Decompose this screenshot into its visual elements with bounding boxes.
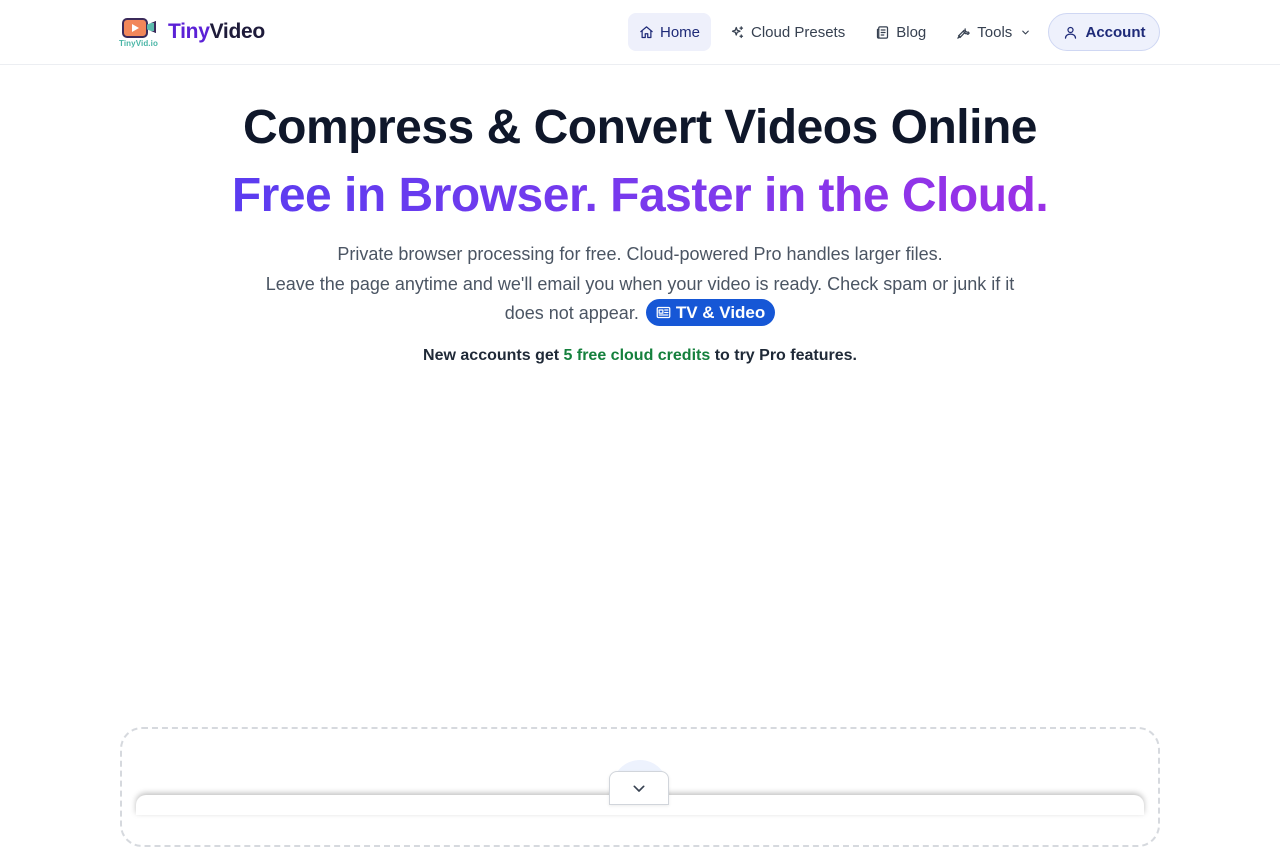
account-label: Account <box>1085 23 1146 41</box>
nav-home[interactable]: Home <box>628 13 712 51</box>
page-subtitle: Free in Browser. Faster in the Cloud. <box>0 166 1280 226</box>
description-line-2-text: Leave the page anytime and we'll email y… <box>265 273 1015 324</box>
brand-logo[interactable]: TinyVid.io TinyVideo <box>118 14 265 50</box>
sparkles-icon <box>731 25 744 38</box>
chevron-down-icon <box>1022 30 1030 34</box>
main-nav: Home Cloud Presets Blog Tools <box>628 13 1050 51</box>
credits-highlight: 5 free cloud credits <box>563 347 711 364</box>
chevron-down-icon <box>633 785 645 792</box>
logo-caption: TinyVid.io <box>119 39 158 48</box>
newspaper-icon <box>877 25 889 39</box>
nav-blog[interactable]: Blog <box>864 13 937 51</box>
description-line-2: Leave the page anytime and we'll email y… <box>260 270 1020 329</box>
credits-note: New accounts get 5 free cloud credits to… <box>0 344 1280 368</box>
brand-name: TinyVideo <box>168 20 265 44</box>
page-title: Compress & Convert Videos Online <box>243 101 1037 154</box>
page-subtitle-text: Free in Browser. Faster in the Cloud. <box>231 169 1049 222</box>
home-icon <box>640 25 653 38</box>
nav-tools-label: Tools <box>977 23 1013 41</box>
brand-name-part1: Tiny <box>168 20 210 43</box>
description-line-1: Private browser processing for free. Clo… <box>337 244 943 264</box>
nav-blog-label: Blog <box>896 23 927 41</box>
nav-home-label: Home <box>660 23 701 41</box>
nav-tools-dropdown[interactable]: Tools <box>945 13 1042 51</box>
wrench-icon <box>957 27 971 39</box>
news-card-icon <box>656 306 671 318</box>
account-button[interactable]: Account <box>1048 13 1160 51</box>
logo-camera-lens <box>147 21 156 33</box>
nav-cloud-presets[interactable]: Cloud Presets <box>719 13 856 51</box>
hero-description: Private browser processing for free. Clo… <box>260 240 1020 329</box>
credits-suffix: to try Pro features. <box>710 347 857 364</box>
nav-cloud-presets-label: Cloud Presets <box>751 23 846 41</box>
credits-prefix: New accounts get <box>423 347 564 364</box>
brand-name-part2: Video <box>209 20 266 43</box>
tv-video-badge-label: TV & Video <box>675 302 766 322</box>
user-icon <box>1064 26 1076 39</box>
tv-video-badge[interactable]: TV & Video <box>645 298 776 326</box>
logo-camera-body <box>122 18 148 38</box>
top-header: TinyVid.io TinyVideo Home Cloud Presets … <box>0 0 1280 65</box>
video-camera-logo-icon: TinyVid.io <box>118 15 160 49</box>
